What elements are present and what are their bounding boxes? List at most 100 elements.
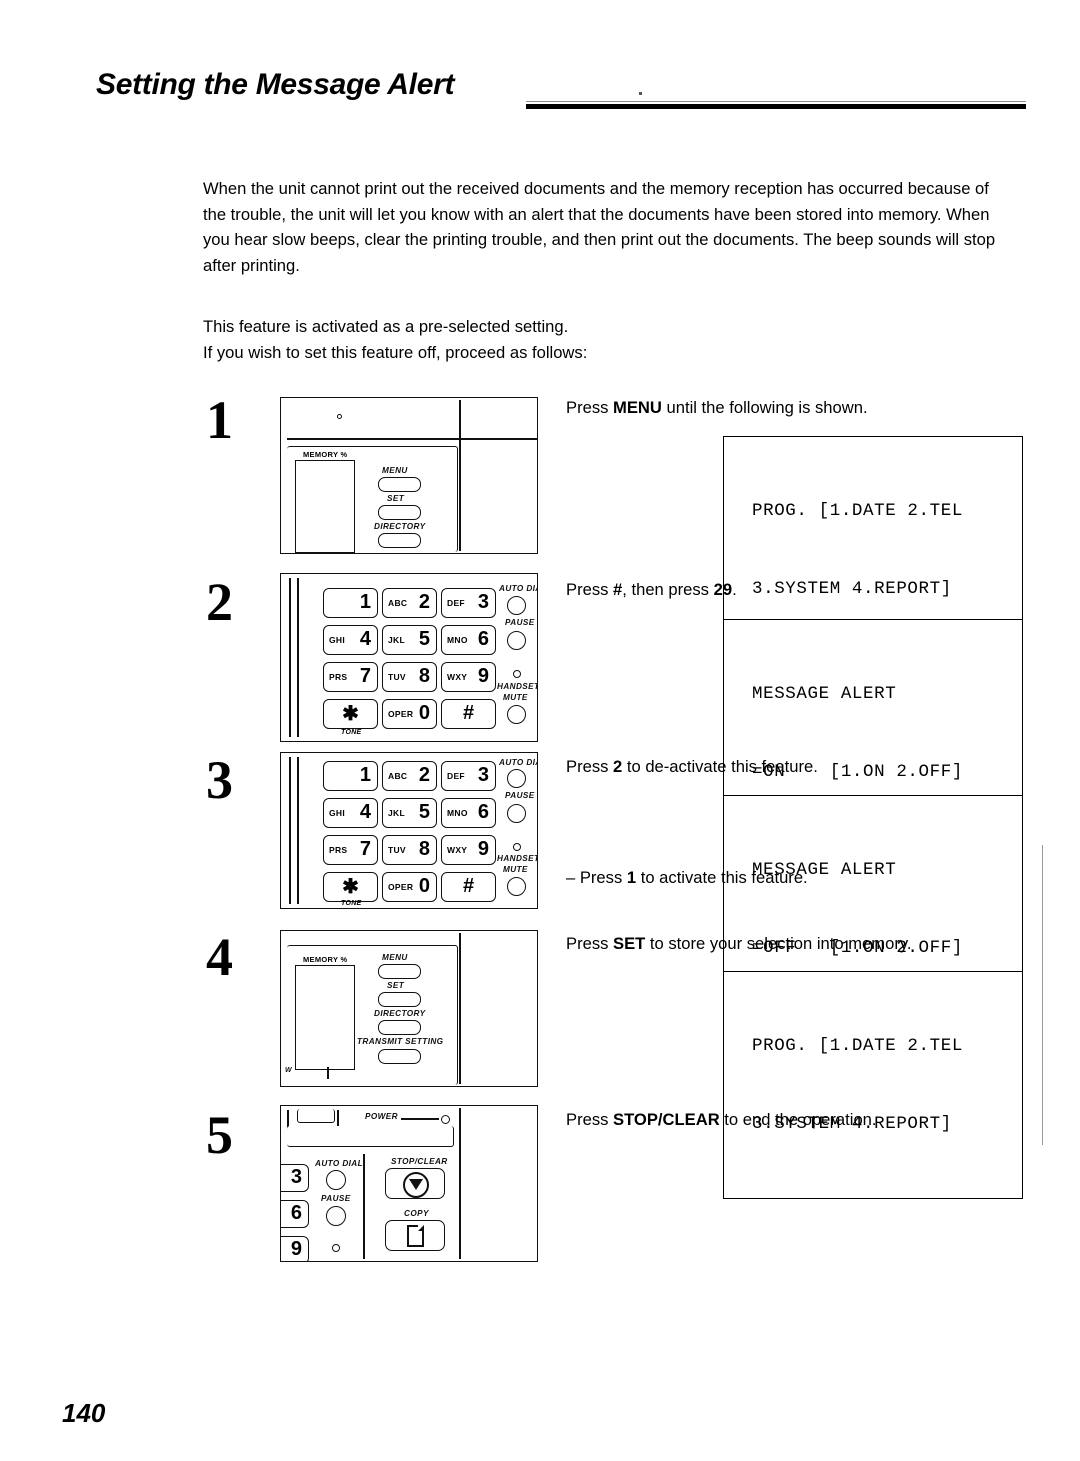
tone-label: TONE [341, 900, 362, 907]
pause-button[interactable] [507, 804, 526, 823]
keypad-key-9[interactable]: WXY 9 [441, 662, 496, 692]
pause-label: PAUSE [505, 791, 535, 800]
step-2-instruction-pre: Press [566, 580, 614, 599]
copy-page-icon [407, 1225, 424, 1247]
keypad-key-1[interactable]: 1 [323, 588, 378, 618]
keypad-key-4-digit: 4 [359, 628, 371, 651]
step-3-instruction-pre: Press [566, 757, 614, 776]
step-5-instruction-post: to end the operation. [719, 1110, 877, 1129]
step-3-subnote-post: to activate this feature. [636, 868, 808, 887]
set-button[interactable] [378, 505, 421, 520]
step-2-instruction: Press #, then press 29. [566, 578, 737, 602]
keypad-key-3-partial-digit: 3 [290, 1166, 302, 1189]
handset-mute-button[interactable] [507, 705, 526, 724]
panel-upper-frame [287, 1126, 454, 1147]
keypad-key-5[interactable]: JKL 5 [382, 625, 437, 655]
power-leader-line [401, 1118, 439, 1120]
panel-vertical-divider [459, 1108, 461, 1259]
auto-dial-button[interactable] [507, 769, 526, 788]
mute-label: MUTE [503, 865, 528, 874]
keypad-key-0-digit: 0 [418, 702, 430, 725]
keypad-key-3[interactable]: DEF 3 [441, 761, 496, 791]
intro-paragraph-2-line-2: If you wish to set this feature off, pro… [203, 342, 588, 362]
manual-page: Setting the Message Alert When the unit … [0, 0, 1080, 1461]
menu-button[interactable] [378, 477, 421, 492]
keypad-key-0[interactable]: OPER 0 [382, 872, 437, 902]
keypad-key-5[interactable]: JKL 5 [382, 798, 437, 828]
panel-vertical-divider [459, 400, 461, 551]
keypad-key-2-digit: 2 [418, 764, 430, 787]
step-3-instruction: Press 2 to de-activate this feature. [566, 755, 818, 779]
keypad-key-9[interactable]: WXY 9 [441, 835, 496, 865]
keypad-key-hash[interactable]: # [441, 872, 496, 902]
step-2-number: 2 [206, 572, 233, 632]
keypad-key-1[interactable]: 1 [323, 761, 378, 791]
handset-label: HANDSET [497, 854, 538, 863]
keypad-key-star[interactable]: ✱ [323, 872, 378, 902]
keypad-key-0-alpha: OPER [388, 709, 414, 720]
step-1-instruction-key: MENU [613, 398, 662, 417]
power-label: POWER [365, 1112, 398, 1121]
auto-dial-button[interactable] [507, 596, 526, 615]
keypad-key-8-digit: 8 [418, 665, 430, 688]
keypad-key-6[interactable]: MNO 6 [441, 798, 496, 828]
keypad-key-7-digit: 7 [359, 838, 371, 861]
panel-speck [337, 414, 342, 419]
step-4-instruction: Press SET to store your selection into m… [566, 932, 912, 956]
keypad-key-9-alpha: WXY [447, 672, 468, 683]
step-5-instruction: Press STOP/CLEAR to end the operation. [566, 1108, 877, 1132]
keypad-key-9-partial[interactable]: 9 [281, 1236, 309, 1261]
keypad-key-8[interactable]: TUV 8 [382, 662, 437, 692]
keypad-key-4[interactable]: GHI 4 [323, 798, 378, 828]
set-button-label: SET [387, 494, 405, 503]
step-3-instruction-post: to de-activate this feature. [622, 757, 818, 776]
step-3-instruction-key: 2 [613, 757, 623, 776]
step-2-instruction-key: # [613, 580, 623, 599]
stop-icon [403, 1172, 429, 1198]
step-4-instruction-pre: Press [566, 934, 614, 953]
step-1-instruction: Press MENU until the following is shown. [566, 396, 868, 420]
handset-cradle [297, 1109, 335, 1123]
step-3-number: 3 [206, 750, 233, 810]
keypad-key-6-alpha: MNO [447, 808, 468, 819]
step-2-instruction-code: 29 [713, 580, 733, 599]
keypad-key-3-digit: 3 [477, 764, 489, 787]
auto-dial-button[interactable] [326, 1170, 346, 1190]
step-5-instruction-pre: Press [566, 1110, 614, 1129]
keypad-key-6[interactable]: MNO 6 [441, 625, 496, 655]
directory-button[interactable] [378, 1020, 421, 1035]
step-5-number: 5 [206, 1105, 233, 1165]
step-5-illustration: POWER 3 6 9 AUTO DIAL PAUSE STOP/CLEAR C… [280, 1105, 538, 1262]
handset-mute-button[interactable] [507, 877, 526, 896]
keypad-key-2[interactable]: ABC 2 [382, 761, 437, 791]
transmit-setting-button[interactable] [378, 1049, 421, 1064]
pause-button[interactable] [326, 1206, 346, 1226]
keypad-key-star[interactable]: ✱ [323, 699, 378, 729]
keypad-key-3[interactable]: DEF 3 [441, 588, 496, 618]
menu-button[interactable] [378, 964, 421, 979]
keypad-key-hash-digit: # [462, 875, 475, 898]
keypad-key-9-digit: 9 [477, 838, 489, 861]
keypad-key-6-alpha: MNO [447, 635, 468, 646]
keypad-key-7[interactable]: PRS 7 [323, 662, 378, 692]
keypad-key-7[interactable]: PRS 7 [323, 835, 378, 865]
keypad-key-4[interactable]: GHI 4 [323, 625, 378, 655]
keypad-key-3-digit: 3 [477, 591, 489, 614]
keypad-key-2-alpha: ABC [388, 771, 408, 782]
step-4-lcd-line-1: PROG. [1.DATE 2.TEL [752, 1036, 963, 1056]
step-3-subnote-pre: – Press [566, 868, 627, 887]
keypad-key-0-alpha: OPER [388, 882, 414, 893]
keypad-key-2[interactable]: ABC 2 [382, 588, 437, 618]
keypad-key-0[interactable]: OPER 0 [382, 699, 437, 729]
keypad-key-8[interactable]: TUV 8 [382, 835, 437, 865]
keypad-key-7-alpha: PRS [329, 845, 348, 856]
keypad-key-3-alpha: DEF [447, 771, 465, 782]
set-button[interactable] [378, 992, 421, 1007]
scan-speck [639, 92, 642, 95]
title-rule [526, 104, 1026, 109]
directory-button[interactable] [378, 533, 421, 548]
keypad-key-6-partial[interactable]: 6 [281, 1200, 309, 1228]
keypad-key-3-partial[interactable]: 3 [281, 1164, 309, 1192]
pause-button[interactable] [507, 631, 526, 650]
keypad-key-hash[interactable]: # [441, 699, 496, 729]
